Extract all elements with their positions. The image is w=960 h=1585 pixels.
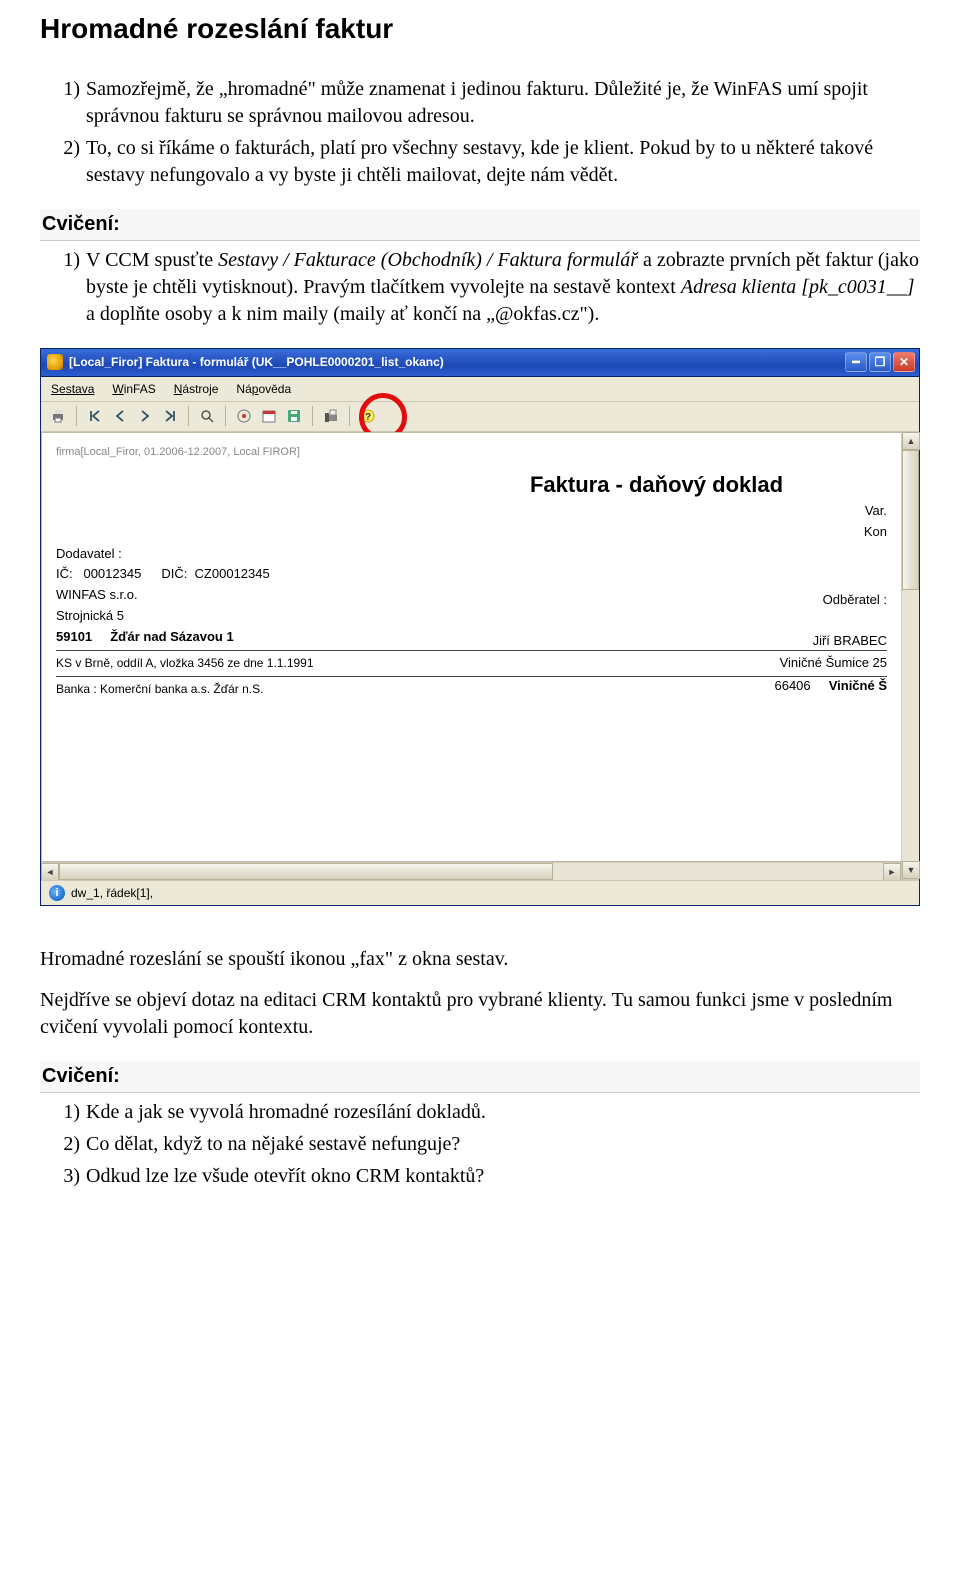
list-item: 3)Odkud lze lze všude otevřít okno CRM k…: [86, 1163, 920, 1190]
horizontal-scrollbar[interactable]: ◄ ►: [41, 862, 901, 880]
list-item: 2)To, co si říkáme o fakturách, platí pr…: [86, 135, 920, 189]
menubar: Sestava WinFAS Nástroje Nápověda: [41, 377, 919, 402]
print-icon[interactable]: [47, 405, 69, 427]
cviceni-heading: Cvičení:: [40, 1061, 920, 1093]
fax-icon[interactable]: [320, 405, 342, 427]
info-icon: i: [49, 885, 65, 901]
recipient-label: Odběratel :: [687, 589, 887, 612]
invoice-document: firma[Local_Firor, 01.2006-12.2007, Loca…: [41, 432, 901, 862]
first-page-icon[interactable]: [84, 405, 106, 427]
paragraph: Hromadné rozeslání se spouští ikonou „fa…: [40, 946, 920, 973]
recipient-street: Viničné Šumice 25: [687, 652, 887, 675]
prev-page-icon[interactable]: [109, 405, 131, 427]
list-item: 1) V CCM spusťte Sestavy / Fakturace (Ob…: [86, 247, 920, 328]
content-area: firma[Local_Firor, 01.2006-12.2007, Loca…: [41, 432, 919, 880]
ruler-icon[interactable]: [233, 405, 255, 427]
menu-winfas[interactable]: WinFAS: [112, 381, 155, 397]
app-window: [Local_Firor] Faktura - formulář (UK__PO…: [40, 348, 920, 906]
supplier-label: Dodavatel :: [56, 544, 887, 565]
intro-list: 1)Samozřejmě, že „hromadné" může znamena…: [40, 76, 920, 189]
cviceni2-list: 1)Kde a jak se vyvolá hromadné rozesílán…: [40, 1099, 920, 1190]
menu-napoveda[interactable]: Nápověda: [236, 381, 291, 397]
save-icon[interactable]: [283, 405, 305, 427]
invoice-title: Faktura - daňový doklad: [426, 470, 887, 500]
doc-meta: firma[Local_Firor, 01.2006-12.2007, Loca…: [56, 445, 887, 460]
scroll-right-icon[interactable]: ►: [883, 863, 901, 880]
list-item: 2)Co dělat, když to na nějaké sestavě ne…: [86, 1131, 920, 1158]
titlebar: [Local_Firor] Faktura - formulář (UK__PO…: [41, 349, 919, 377]
next-page-icon[interactable]: [134, 405, 156, 427]
maximize-button[interactable]: ❐: [869, 352, 891, 372]
help-icon[interactable]: ?: [357, 405, 379, 427]
list-item: 1)Kde a jak se vyvolá hromadné rozesílán…: [86, 1099, 920, 1126]
cviceni1-list: 1) V CCM spusťte Sestavy / Fakturace (Ob…: [40, 247, 920, 328]
window-title: [Local_Firor] Faktura - formulář (UK__PO…: [69, 354, 843, 370]
minimize-button[interactable]: ━: [845, 352, 867, 372]
ic-row: IČ: 00012345: [56, 564, 141, 585]
recipient-block: Odběratel : Jiří BRABEC Viničné Šumice 2…: [687, 589, 887, 698]
cviceni-heading: Cvičení:: [40, 209, 920, 241]
zoom-icon[interactable]: [196, 405, 218, 427]
menu-nastroje[interactable]: Nástroje: [174, 381, 219, 397]
page-title: Hromadné rozeslání faktur: [40, 10, 920, 48]
scroll-down-icon[interactable]: ▼: [902, 861, 920, 879]
last-page-icon[interactable]: [159, 405, 181, 427]
vertical-scrollbar[interactable]: ▲ ▼: [901, 432, 919, 880]
doc-right-labels: Var. Kon: [864, 501, 887, 543]
statusbar: i dw_1, řádek[1],: [41, 880, 919, 905]
recipient-city: 66406 Viničné Š: [687, 675, 887, 698]
dic-row: DIČ: CZ00012345: [161, 564, 269, 585]
scroll-left-icon[interactable]: ◄: [41, 863, 59, 880]
calendar-icon[interactable]: [258, 405, 280, 427]
svg-text:?: ?: [365, 412, 371, 423]
status-text: dw_1, řádek[1],: [71, 885, 153, 901]
list-item: 1)Samozřejmě, že „hromadné" může znamena…: [86, 76, 920, 130]
toolbar: ?: [41, 402, 919, 432]
app-icon: [47, 354, 63, 370]
close-button[interactable]: ✕: [893, 352, 915, 372]
recipient-name: Jiří BRABEC: [687, 630, 887, 653]
paragraph: Nejdříve se objeví dotaz na editaci CRM …: [40, 987, 920, 1041]
menu-sestava[interactable]: Sestava: [51, 381, 94, 397]
scroll-up-icon[interactable]: ▲: [902, 432, 920, 450]
